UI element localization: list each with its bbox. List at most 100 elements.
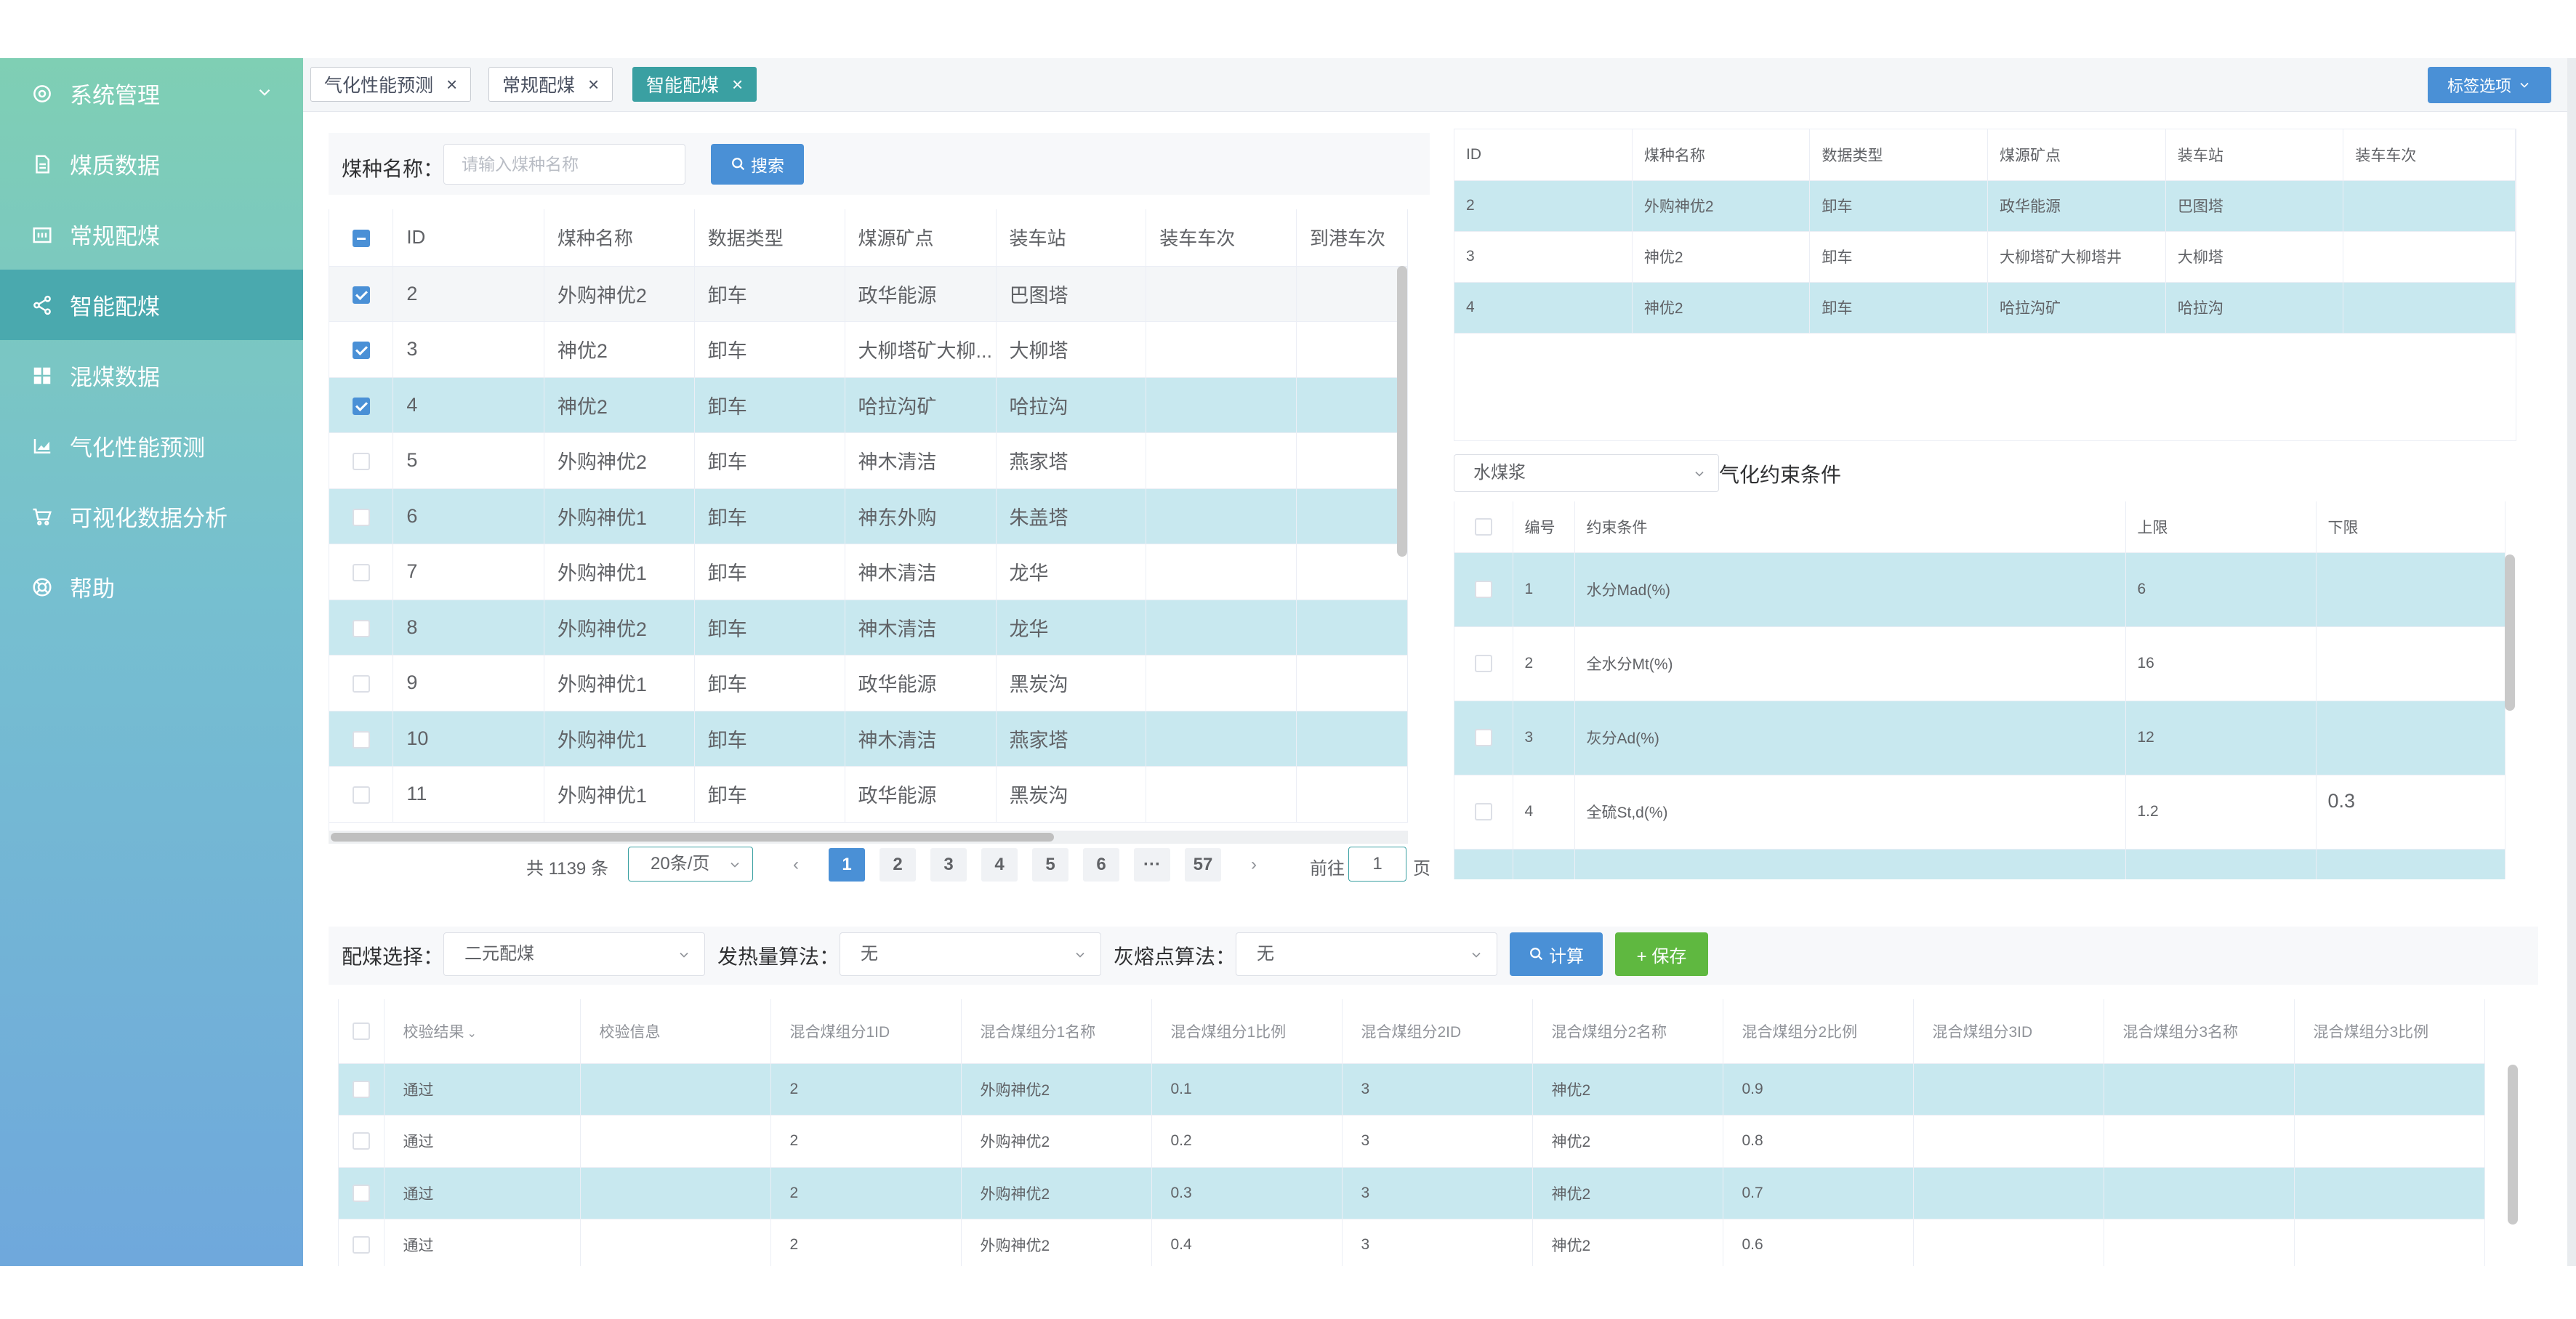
column-header[interactable]: 煤种名称 <box>544 209 695 267</box>
select-all-cell[interactable] <box>329 209 394 267</box>
column-header[interactable]: 混合煤组分3ID <box>1913 999 2104 1064</box>
table-row[interactable]: 3 神优2 卸车 大柳塔矿大柳... 大柳塔 <box>329 321 1408 378</box>
tab-options-button[interactable]: 标签选项 <box>2428 67 2551 103</box>
ash-algo-select[interactable]: 无 <box>1236 932 1497 976</box>
row-checkbox[interactable] <box>1474 803 1492 821</box>
calculate-button[interactable]: 计算 <box>1510 932 1603 976</box>
goto-page-input[interactable]: 1 <box>1348 847 1406 882</box>
slurry-type-select[interactable]: 水煤浆 <box>1454 454 1719 492</box>
coal-table-scrollbar[interactable] <box>1397 266 1407 557</box>
page-57-button[interactable]: 57 <box>1185 848 1221 882</box>
heat-algo-select[interactable]: 无 <box>840 932 1101 976</box>
table-row[interactable]: 2 外购神优2 卸车 政华能源 巴图塔 <box>329 266 1408 322</box>
table-row[interactable]: 9 外购神优1 卸车 政华能源 黑炭沟 <box>329 655 1408 711</box>
sidebar-item-help[interactable]: 帮助 <box>0 552 303 622</box>
page-6-button[interactable]: 6 <box>1083 848 1119 882</box>
coal-search-input[interactable] <box>443 144 685 185</box>
constraint-table-scrollbar[interactable] <box>2505 554 2515 711</box>
table-row[interactable]: 3 灰分Ad(%) 12 <box>1454 701 2505 775</box>
close-icon[interactable]: × <box>732 73 743 96</box>
page-5-button[interactable]: 5 <box>1032 848 1068 882</box>
row-select-cell[interactable] <box>339 1219 385 1266</box>
row-select-cell[interactable] <box>329 321 394 378</box>
row-select-cell[interactable] <box>329 766 394 823</box>
row-checkbox[interactable] <box>352 786 370 804</box>
cell-lower-limit[interactable]: 0.3 <box>2316 775 2505 850</box>
page-scrollbar-track[interactable] <box>2567 58 2576 1266</box>
table-row[interactable]: 1 水分Mad(%) 6 <box>1454 552 2505 627</box>
table-row[interactable]: 2 外购神优2 卸车 政华能源 巴图塔 <box>1454 180 2516 232</box>
table-row[interactable]: 10 外购神优1 卸车 神木清洁 燕家塔 <box>329 711 1408 767</box>
cell-upper-limit[interactable]: 1.2 <box>2125 775 2317 850</box>
column-header[interactable]: 混合煤组分2ID <box>1342 999 1533 1064</box>
row-checkbox[interactable] <box>1474 655 1492 673</box>
column-header[interactable]: 煤源矿点 <box>1987 129 2166 181</box>
close-icon[interactable]: × <box>446 73 457 96</box>
column-header[interactable]: 到港车次 <box>1296 209 1408 267</box>
row-checkbox[interactable] <box>1474 581 1492 599</box>
column-header[interactable]: 上限 <box>2125 501 2317 553</box>
column-header[interactable]: 混合煤组分1ID <box>770 999 962 1064</box>
page-2-button[interactable]: 2 <box>880 848 916 882</box>
column-header[interactable]: 装车站 <box>2165 129 2344 181</box>
cell-lower-limit[interactable] <box>2316 552 2505 627</box>
cell-upper-limit[interactable]: 16 <box>2125 626 2317 701</box>
row-select-cell[interactable] <box>1454 701 1513 775</box>
column-header[interactable]: 煤种名称 <box>1632 129 1811 181</box>
select-all-cell[interactable] <box>339 999 385 1064</box>
row-select-cell[interactable] <box>329 655 394 711</box>
row-checkbox[interactable] <box>352 1132 370 1150</box>
row-checkbox[interactable] <box>352 619 370 637</box>
column-header[interactable]: 混合煤组分1比例 <box>1151 999 1343 1064</box>
row-checkbox[interactable] <box>352 564 370 582</box>
row-checkbox[interactable] <box>352 1184 370 1202</box>
cell-lower-limit[interactable] <box>2316 626 2505 701</box>
column-header[interactable]: 混合煤组分3名称 <box>2104 999 2295 1064</box>
row-select-cell[interactable] <box>1454 775 1513 850</box>
column-header[interactable]: 编号 <box>1513 501 1575 553</box>
row-select-cell[interactable] <box>329 711 394 767</box>
select-all-checkbox[interactable] <box>352 1022 370 1040</box>
table-row[interactable]: 3 神优2 卸车 大柳塔矿大柳塔井 大柳塔 <box>1454 231 2516 283</box>
table-row[interactable]: 4 神优2 卸车 哈拉沟矿 哈拉沟 <box>329 377 1408 433</box>
column-header[interactable]: 装车车次 <box>2343 129 2516 181</box>
column-header[interactable]: 约束条件 <box>1574 501 2126 553</box>
blend-type-select[interactable]: 二元配煤 <box>443 932 705 976</box>
table-row[interactable] <box>1454 849 2505 879</box>
table-row[interactable]: 5 外购神优2 卸车 神木清洁 燕家塔 <box>329 432 1408 489</box>
column-header[interactable]: 校验信息 <box>580 999 771 1064</box>
row-checkbox[interactable] <box>352 1236 370 1254</box>
table-row[interactable]: 6 外购神优1 卸车 神东外购 朱盖塔 <box>329 488 1408 544</box>
row-select-cell[interactable] <box>1454 552 1513 627</box>
column-header[interactable]: 装车站 <box>996 209 1147 267</box>
table-row[interactable]: 4 全硫St,d(%) 1.2 0.3 <box>1454 775 2505 850</box>
column-header[interactable]: 装车车次 <box>1146 209 1297 267</box>
tab-regular-blend[interactable]: 常规配煤 × <box>488 67 613 102</box>
tab-smart-blend[interactable]: 智能配煤 × <box>632 67 757 102</box>
table-row[interactable]: 11 外购神优1 卸车 政华能源 黑炭沟 <box>329 766 1408 823</box>
column-header[interactable]: 混合煤组分2比例 <box>1723 999 1914 1064</box>
row-checkbox[interactable] <box>352 1080 370 1098</box>
column-header[interactable]: 混合煤组分1名称 <box>961 999 1152 1064</box>
table-row[interactable]: 4 神优2 卸车 哈拉沟矿 哈拉沟 <box>1454 282 2516 334</box>
row-checkbox[interactable] <box>352 286 370 304</box>
search-button[interactable]: 搜索 <box>711 144 804 185</box>
close-icon[interactable]: × <box>588 73 599 96</box>
coal-table-hscroll-thumb[interactable] <box>331 833 1054 842</box>
tab-gasification[interactable]: 气化性能预测 × <box>310 67 472 102</box>
row-select-cell[interactable] <box>329 544 394 600</box>
table-row[interactable]: 8 外购神优2 卸车 神木清洁 龙华 <box>329 600 1408 656</box>
row-select-cell[interactable] <box>1454 626 1513 701</box>
row-select-cell[interactable] <box>329 600 394 656</box>
table-row[interactable]: 7 外购神优1 卸车 神木清洁 龙华 <box>329 544 1408 600</box>
chevron-down-icon[interactable]: ⌄ <box>467 1028 477 1040</box>
result-table-scrollbar[interactable] <box>2508 1065 2518 1225</box>
sidebar-item-regular-blend[interactable]: 常规配煤 <box>0 199 303 270</box>
sidebar-item-smart-blend[interactable]: 智能配煤 <box>0 270 303 340</box>
column-header[interactable]: 数据类型 <box>694 209 845 267</box>
column-header[interactable]: 煤源矿点 <box>845 209 997 267</box>
select-all-checkbox[interactable] <box>1474 517 1492 536</box>
row-select-cell[interactable] <box>339 1063 385 1116</box>
cell-upper-limit[interactable]: 6 <box>2125 552 2317 627</box>
page-size-select[interactable]: 20条/页 <box>628 847 753 882</box>
